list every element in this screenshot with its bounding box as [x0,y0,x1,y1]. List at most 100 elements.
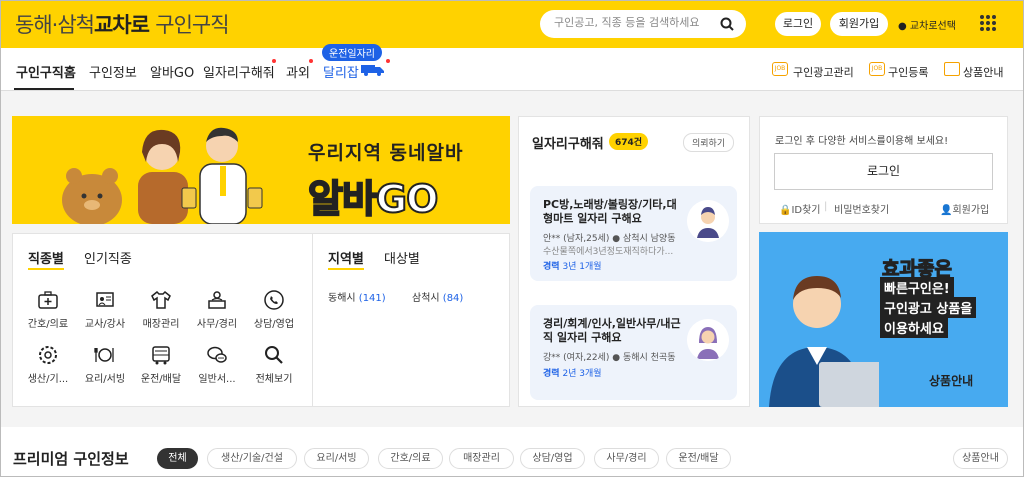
chip-cooking[interactable]: 요리/서빙 [304,448,369,469]
chip-production[interactable]: 생산/기술/건설 [207,448,297,469]
nav-job-info[interactable]: 구인정보 [89,62,137,81]
nav-tutoring[interactable]: 과외 [286,62,310,81]
location-pin-icon: ● [612,353,621,363]
category-store[interactable]: 매장관리 [131,289,191,330]
category-all[interactable]: 전체보기 [244,344,304,385]
category-nursing[interactable]: 간호/의료 [18,289,78,330]
truck-icon [361,65,384,76]
category-teacher[interactable]: 교사/강사 [75,289,135,330]
search-box[interactable] [540,10,746,38]
dining-icon [94,348,114,362]
category-general[interactable]: 일반서... [187,344,247,385]
category-cooking[interactable]: 요리/서빙 [75,344,135,385]
nav-home[interactable]: 구인구직홈 [16,62,76,81]
chip-delivery[interactable]: 운전/배달 [666,448,731,469]
category-production[interactable]: 생산/기... [18,344,78,385]
login-button[interactable]: 로그인 [775,12,821,36]
banner-subtitle: 우리지역 동네알바 [308,142,464,164]
nav-job-register[interactable]: 구인등록 [888,64,928,80]
seeker-meta: 안** (남자,25세) ● 삼척시 남양동 [543,231,676,244]
nav-dallijob[interactable]: 달리잡 [323,62,359,81]
category-delivery[interactable]: 운전/배달 [131,344,191,385]
seeker-info: (여자,22세) [563,353,610,363]
chat-bubbles-icon [207,346,227,363]
tab-popular-jobs[interactable]: 인기직종 [84,248,132,267]
search-input[interactable] [554,16,714,29]
user-icon: 👤 [940,205,953,216]
region-select[interactable]: ● 교차로선택 [898,17,956,32]
category-label: 매장관리 [142,319,180,330]
seekers-count-badge: 674건 [609,133,649,150]
ad-line-3: 구인광고 상품을 [880,297,977,318]
category-label: 상담/영업 [253,319,295,330]
seeker-location: 삼척시 남양동 [622,234,676,244]
region-samcheok[interactable]: 삼척시 (84) [412,289,463,304]
site-logo[interactable]: 동해·삼척교차로 구인구직 [15,9,230,39]
driving-jobs-bubble: 운전일자리 [322,44,382,61]
category-office[interactable]: 사무/경리 [187,289,247,330]
seeker-meta: 강** (여자,22세) ● 동해시 천곡동 [543,350,676,363]
request-button[interactable]: 의뢰하기 [683,133,735,152]
seekers-title: 일자리구해줘 [532,137,604,152]
join-label: 회원가입 [952,205,990,216]
nav-ad-manage[interactable]: 구인광고관리 [793,64,854,80]
region-name: 삼척시 [412,293,440,304]
ad-product-info-button[interactable]: 상품안내 [929,372,973,389]
all-menu-icon[interactable] [980,15,996,31]
chip-sales[interactable]: 상담/영업 [520,448,585,469]
login-message: 로그인 후 다양한 서비스를이용해 보세요! [775,136,949,147]
find-id-link[interactable]: 🔒ID찾기 [779,201,821,216]
seeker-title: 경리/회계/인사,일반사무/내근직 일자리 구해요 [543,317,681,344]
region-count: (84) [442,293,464,304]
divider: | [824,201,828,212]
seeker-card[interactable]: PC방,노래방/볼링장/기타,대형마트 일자리 구해요 안** (남자,25세)… [530,186,737,281]
tab-by-target[interactable]: 대상별 [384,248,420,267]
new-dot [309,59,313,63]
chip-office[interactable]: 사무/경리 [594,448,659,469]
tab-by-region[interactable]: 지역별 [328,248,364,270]
experience-label: 경력 [543,369,560,379]
tab-by-job[interactable]: 직종별 [28,248,64,270]
seeker-experience: 경력 3년 1개월 [543,259,602,272]
female-avatar-icon [687,319,729,361]
seeker-experience: 경력 2년 3개월 [543,366,602,379]
monitor-icon [944,62,960,76]
category-label: 생산/기... [27,374,69,385]
experience-value: 2년 3개월 [562,369,602,379]
login-box-button[interactable]: 로그인 [774,153,993,190]
category-label: 전체보기 [255,374,293,385]
phone-icon [264,290,284,310]
chip-store[interactable]: 매장관리 [449,448,514,469]
ad-line-4: 이용하세요 [880,317,948,338]
category-sales[interactable]: 상담/영업 [244,289,304,330]
category-label: 일반서... [198,374,236,385]
albago-banner[interactable]: 우리지역 동네알바 알바GO [12,116,510,224]
seeker-name: 강** [543,353,561,363]
search-icon[interactable] [720,17,734,31]
location-pin-icon: ● [898,21,907,32]
ad-line-2: 빠른구인은! [880,277,954,298]
signup-button[interactable]: 회원가입 [830,12,888,36]
logo-suffix: 구인구직 [155,13,229,37]
teacher-board-icon [96,292,114,307]
seeker-name: 안** [543,234,561,244]
chip-all[interactable]: 전체 [157,448,198,469]
logo-region: 동해·삼척 [15,13,95,37]
search-icon [265,346,283,364]
join-link[interactable]: 👤회원가입 [940,201,989,216]
seeker-card[interactable]: 경리/회계/인사,일반사무/내근직 일자리 구해요 강** (여자,22세) ●… [530,305,737,400]
chip-nursing[interactable]: 간호/의료 [378,448,443,469]
find-password-link[interactable]: 비밀번호찾기 [834,201,889,216]
region-donghae[interactable]: 동해시 (141) [328,289,386,304]
premium-title: 프리미엄 구인정보 [13,450,129,468]
premium-product-button[interactable]: 상품안내 [953,448,1008,469]
seeker-title: PC방,노래방/볼링장/기타,대형마트 일자리 구해요 [543,198,677,225]
nav-albago[interactable]: 알바GO [150,62,194,81]
experience-value: 3년 1개월 [562,262,602,272]
region-label: 교차로선택 [909,21,956,32]
new-dot [272,59,276,63]
category-label: 운전/배달 [140,374,182,385]
nav-find-me-job[interactable]: 일자리구해줘 [203,62,275,81]
nav-product-info[interactable]: 상품안내 [963,64,1003,80]
lock-icon: 🔒 [779,205,792,216]
